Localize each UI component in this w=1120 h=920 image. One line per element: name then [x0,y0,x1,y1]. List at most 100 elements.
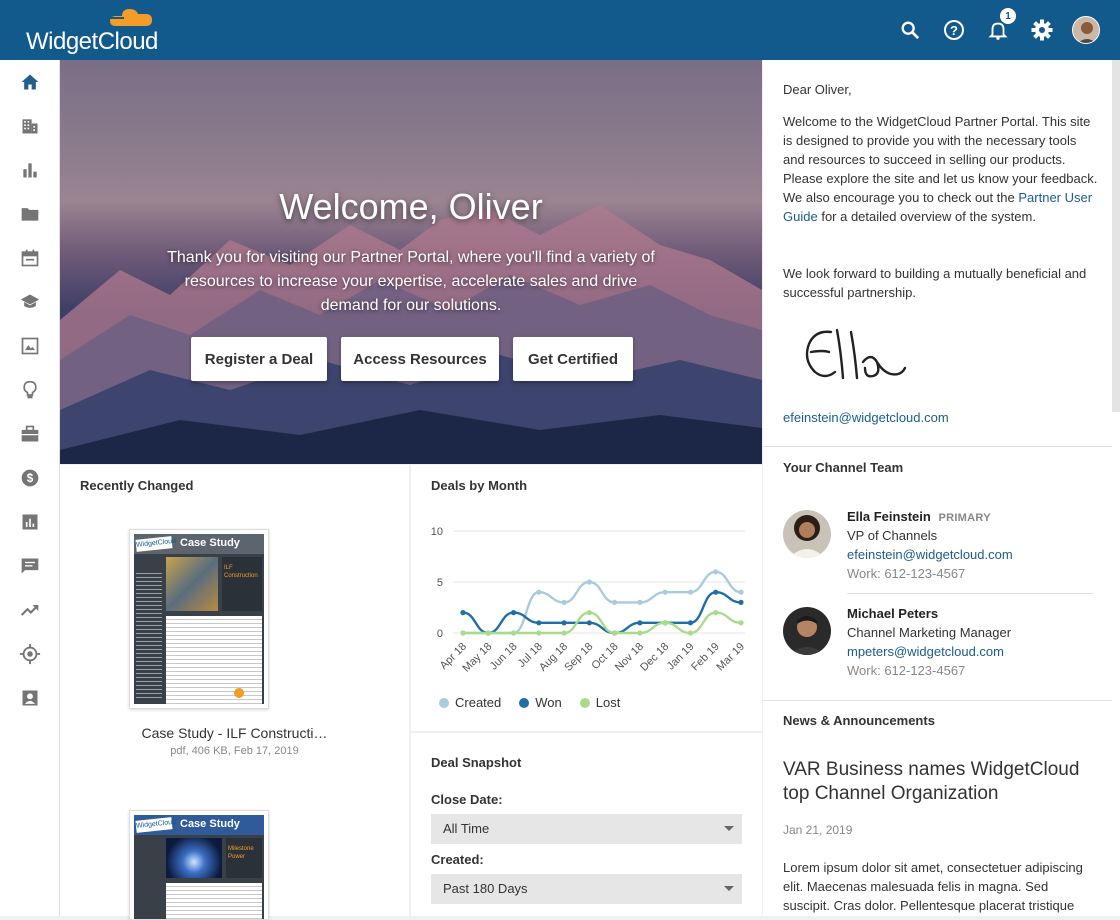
register-deal-button[interactable]: Register a Deal [191,337,327,381]
data-point-won [561,620,567,626]
member-name-text: Ella Feinstein [847,509,931,524]
legend-created-swatch [439,697,449,708]
settings-icon[interactable] [1026,14,1058,46]
nav-reports-icon[interactable] [0,148,60,192]
letter-body: Welcome to the WidgetCloud Partner Porta… [783,112,1098,226]
search-icon[interactable] [894,14,926,46]
hero-content: Welcome, Oliver Thank you for visiting o… [60,60,762,464]
close-date-select[interactable]: All Time [431,814,742,844]
member-email-link[interactable]: efeinstein@widgetcloud.com [847,545,1013,564]
close-date-value: All Time [443,821,490,836]
created-label: Created: [431,852,484,867]
scrollbar[interactable] [1112,60,1120,412]
chevron-down-icon [724,886,734,891]
hero-banner: Welcome, Oliver Thank you for visiting o… [60,60,762,464]
nav-chat-icon[interactable] [0,544,60,588]
nav-contacts-icon[interactable] [0,676,60,720]
news-title: News & Announcements [783,713,935,728]
letter-greeting: Dear Oliver, [783,82,852,97]
nav-image-icon[interactable] [0,324,60,368]
user-avatar [1072,16,1100,44]
signature-image [805,328,907,380]
legend-lost-label: Lost [595,695,621,710]
data-point-lost [561,630,567,636]
nav-folder-icon[interactable] [0,192,60,236]
news-headline[interactable]: VAR Business names WidgetCloud top Chann… [783,758,1083,806]
nav-calendar-icon[interactable] [0,236,60,280]
nav-trends-icon[interactable] [0,588,60,632]
data-point-won [687,620,694,626]
document-name[interactable]: Case Study - ILF Constructi… [60,725,409,741]
document-thumbnail[interactable]: WidgetCloud Case Study Milestone Power [129,810,269,920]
deal-snapshot-card: Deal Snapshot Close Date: All Time Creat… [411,733,762,916]
data-point-won [460,610,466,616]
nav-dollar-icon[interactable]: $ [0,456,60,500]
data-point-lost [510,630,517,636]
news-date: Jan 21, 2019 [783,823,853,837]
data-point-lost [738,620,744,626]
nav-training-icon[interactable] [0,280,60,324]
member-phone: Work: 612-123-4567 [847,663,966,678]
data-point-lost [536,630,542,636]
legend-created-label: Created [455,695,502,710]
michael-avatar [783,607,831,655]
deals-by-month-title: Deals by Month [431,478,528,493]
data-point-lost [485,630,491,636]
member-email-link[interactable]: mpeters@widgetcloud.com [847,642,1004,661]
nav-accounts-icon[interactable] [0,104,60,148]
logo[interactable]: WidgetCloud [26,6,166,56]
data-point-created [637,599,643,605]
nav-home-icon[interactable] [0,60,60,104]
thumb-subtitle: ILF Construction [224,565,258,579]
data-point-won [510,610,517,616]
deals-by-month-card: Deals by Month 0 5 10 Apr 18 May 18 Jun 18 Jul… [411,465,762,731]
notifications-icon[interactable]: 1 [982,8,1016,46]
recently-changed-card: Recently Changed WidgetCloud Case Study … [60,465,409,920]
hero-title: Welcome, Oliver [279,186,543,227]
data-point-lost [460,630,466,636]
x-tick-label: Jun 18 [488,641,520,673]
top-icons: ? 1 [882,8,1102,46]
data-point-lost [713,610,719,616]
data-point-created [561,599,567,605]
y-tick-label: 10 [431,526,443,538]
document-thumbnail[interactable]: WidgetCloud Case Study ILF Construction [129,529,269,709]
data-point-created [662,589,668,595]
data-point-lost [586,610,592,616]
data-point-created [612,599,618,605]
thumb-subtitle: Milestone Power [228,846,254,860]
x-tick-label: Sep 18 [562,641,595,674]
access-resources-button[interactable]: Access Resources [341,337,499,381]
help-icon[interactable]: ? [938,14,970,46]
deal-snapshot-title: Deal Snapshot [431,755,522,770]
legend-lost-swatch [579,697,590,708]
letter-text-2: for a detailed overview of the system. [821,209,1036,224]
nav-analytics-icon[interactable] [0,500,60,544]
data-point-won [738,599,744,605]
letter-email-link[interactable]: efeinstein@widgetcloud.com [783,408,949,427]
recently-changed-title: Recently Changed [80,478,194,493]
divider [847,593,1093,594]
nav-briefcase-icon[interactable] [0,412,60,456]
get-certified-button[interactable]: Get Certified [513,337,633,381]
member-role: VP of Channels [847,528,938,543]
top-bar: WidgetCloud ? 1 [0,0,1120,60]
nav-ideas-icon[interactable] [0,368,60,412]
hero-buttons: Register a Deal Access Resources Get Cer… [191,337,647,381]
member-role: Channel Marketing Manager [847,625,1012,640]
x-tick-label: Dec 18 [638,641,671,674]
deals-line-chart: 0510Apr 18May 18Jun 18Jul 18Aug 18Sep 18… [431,526,747,675]
user-avatar-button[interactable] [1070,14,1102,46]
chevron-down-icon [724,826,734,831]
created-select[interactable]: Past 180 Days [431,874,742,904]
svg-text:$: $ [27,472,34,485]
data-point-lost [612,630,618,636]
data-point-won [536,620,542,626]
notification-badge: 1 [1000,8,1016,24]
divider [763,446,1112,447]
y-tick-label: 0 [437,628,443,640]
data-point-won [637,620,643,626]
nav-target-icon[interactable] [0,632,60,676]
primary-tag: PRIMARY [938,512,991,524]
member-phone: Work: 612-123-4567 [847,566,966,581]
